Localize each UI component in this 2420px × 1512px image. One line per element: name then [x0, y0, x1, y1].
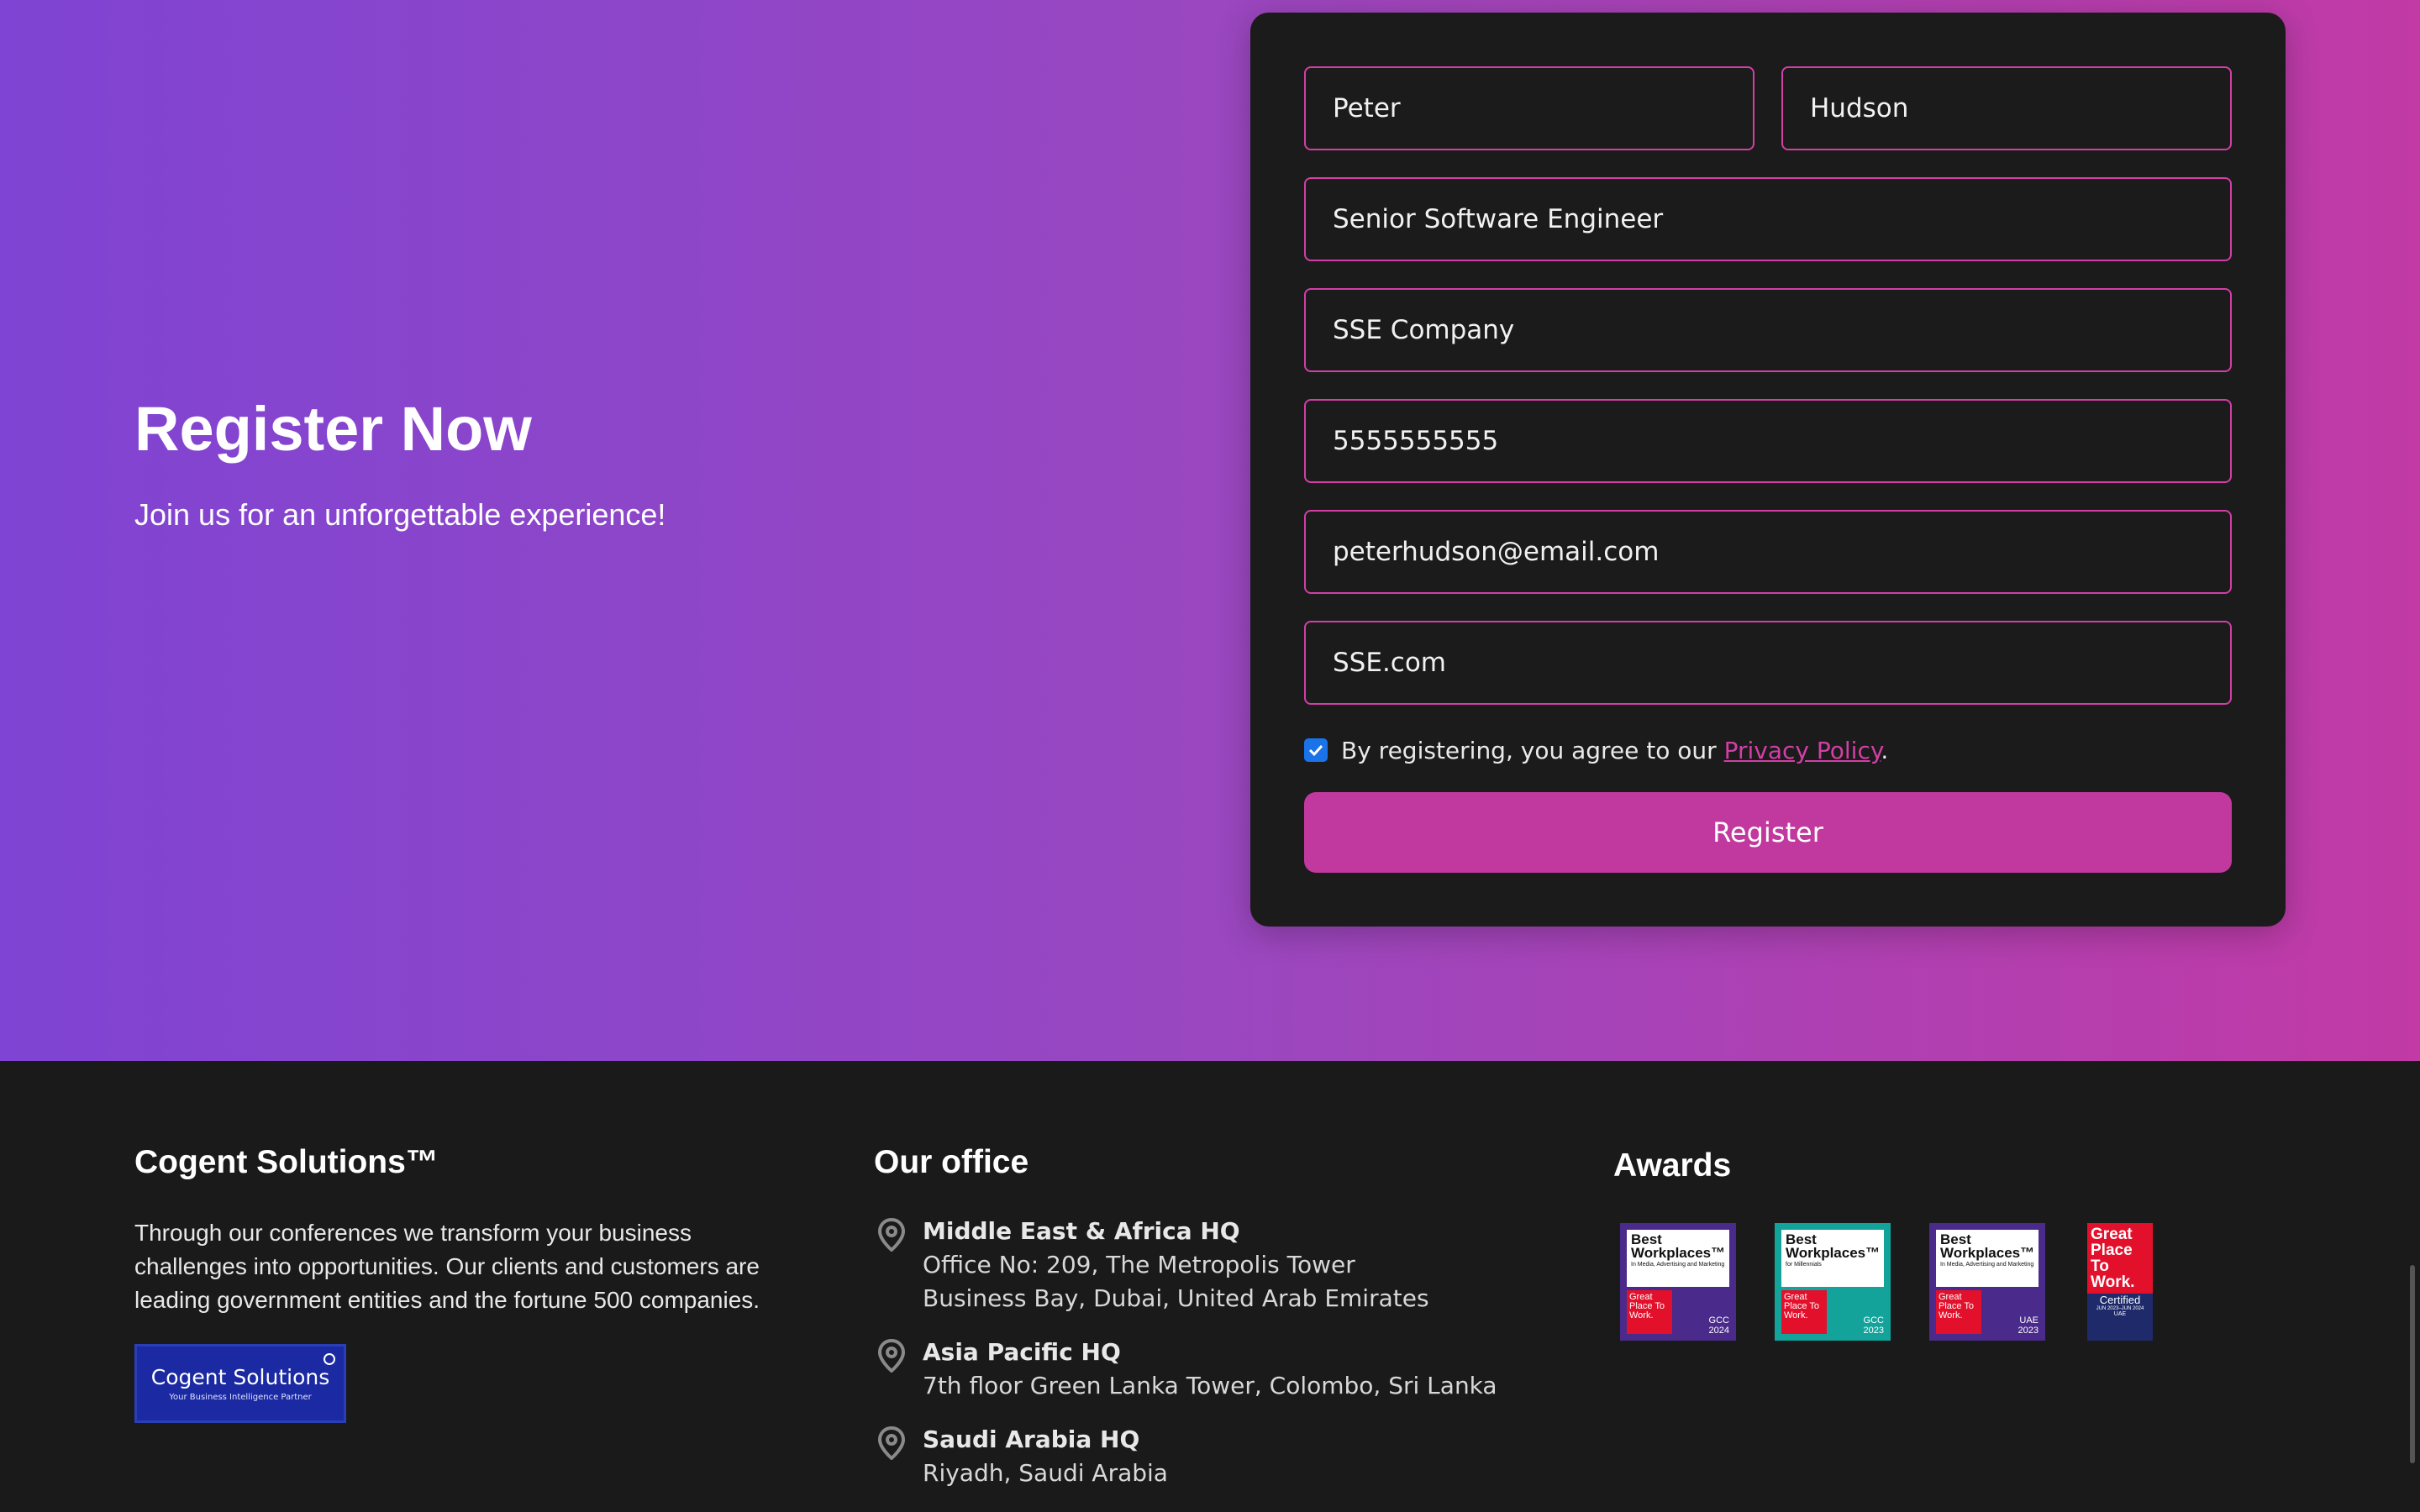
scrollbar-thumb[interactable] — [2410, 1265, 2415, 1463]
website-field[interactable] — [1304, 621, 2232, 705]
location-pin-icon — [877, 1339, 906, 1373]
hero-section: Register Now Join us for an unforgettabl… — [0, 0, 2420, 1061]
cogent-logo: Cogent Solutions Your Business Intellige… — [134, 1344, 346, 1423]
job-title-field[interactable] — [1304, 177, 2232, 261]
consent-label: By registering, you agree to our Privacy… — [1341, 736, 1889, 764]
office-item: Middle East & Africa HQ Office No: 209, … — [874, 1215, 1512, 1315]
office-title: Our office — [874, 1144, 1029, 1180]
awards-title: Awards — [1613, 1147, 1732, 1184]
award-badge: Best Workplaces™ for Millennials Great P… — [1775, 1223, 1891, 1341]
email-field[interactable] — [1304, 510, 2232, 594]
check-icon — [1308, 744, 1323, 757]
company-input[interactable] — [1333, 315, 2203, 345]
location-pin-icon — [877, 1218, 906, 1252]
consent-checkbox[interactable] — [1304, 738, 1328, 762]
award-badge: Great Place To Work. Certified JUN 2023–… — [2087, 1223, 2153, 1341]
website-input[interactable] — [1333, 648, 2203, 678]
phone-input[interactable] — [1333, 426, 2203, 456]
register-button[interactable]: Register — [1304, 792, 2232, 873]
last-name-input[interactable] — [1810, 93, 2203, 123]
last-name-field[interactable] — [1781, 66, 2232, 150]
location-pin-icon — [877, 1426, 906, 1460]
hero-title: Register Now — [134, 394, 532, 464]
hero-subtitle: Join us for an unforgettable experience! — [134, 497, 666, 532]
first-name-input[interactable] — [1333, 93, 1726, 123]
office-item: Asia Pacific HQ 7th floor Green Lanka To… — [874, 1336, 1512, 1403]
award-badge: Best Workplaces™ In Media, Advertising a… — [1929, 1223, 2045, 1341]
brand-title: Cogent Solutions™ — [134, 1144, 439, 1180]
email-input[interactable] — [1333, 537, 2203, 567]
brand-description: Through our conferences we transform you… — [134, 1220, 760, 1313]
award-badge: Best Workplaces™ In Media, Advertising a… — [1620, 1223, 1736, 1341]
registration-form: By registering, you agree to our Privacy… — [1250, 13, 2286, 927]
job-title-input[interactable] — [1333, 204, 2203, 234]
office-item: Saudi Arabia HQ Riyadh, Saudi Arabia — [874, 1423, 1512, 1490]
company-field[interactable] — [1304, 288, 2232, 372]
registered-mark-icon — [324, 1353, 335, 1365]
privacy-policy-link[interactable]: Privacy Policy — [1724, 737, 1881, 764]
phone-field[interactable] — [1304, 399, 2232, 483]
first-name-field[interactable] — [1304, 66, 1754, 150]
consent-row: By registering, you agree to our Privacy… — [1304, 733, 1888, 767]
